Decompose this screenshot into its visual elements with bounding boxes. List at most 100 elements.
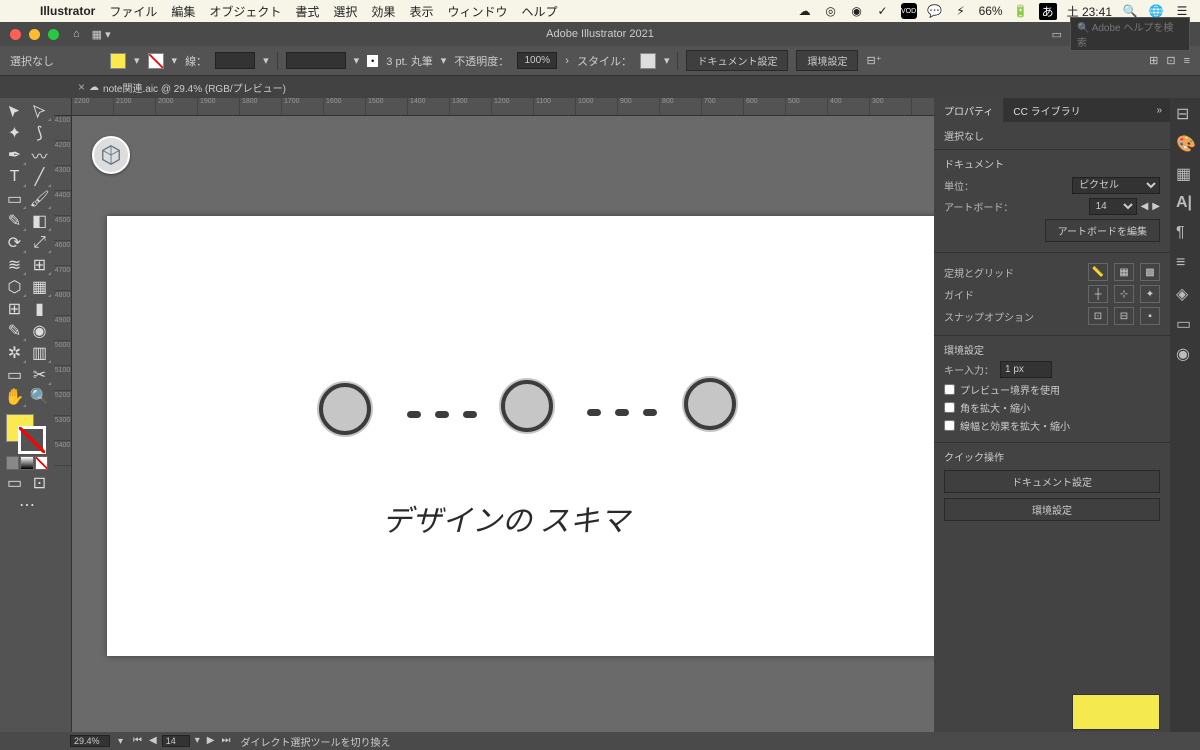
menu-type[interactable]: 書式 [295, 3, 319, 20]
color-preview-swatch[interactable] [1072, 694, 1160, 730]
last-artboard-icon[interactable]: ⏭ [219, 735, 232, 747]
minimize-window[interactable] [29, 29, 40, 40]
snap-point-icon[interactable]: ⊡ [1088, 307, 1108, 325]
circle-icon[interactable]: ◎ [823, 3, 839, 19]
artboard-tool[interactable]: ▭ [2, 364, 27, 386]
opacity-input[interactable] [517, 52, 557, 69]
width-tool[interactable]: ≋ [2, 254, 27, 276]
zoom-dd[interactable]: ▾ [118, 736, 123, 747]
blend-tool[interactable]: ◉ [27, 320, 52, 342]
grid-icon[interactable]: ▦ [1114, 263, 1134, 281]
stroke-profile-dd[interactable]: ▾ [354, 54, 360, 67]
color-mode-none[interactable] [35, 456, 48, 470]
panel-collapse-icon[interactable]: » [1148, 105, 1170, 116]
zoom-tool[interactable]: 🔍 [27, 386, 52, 408]
color-panel-icon[interactable]: 🎨 [1176, 134, 1194, 152]
wifi-icon[interactable]: ⚡︎ [953, 3, 969, 19]
symbol-sprayer-tool[interactable]: ✲ [2, 342, 27, 364]
3d-widget-icon[interactable] [92, 136, 130, 174]
fill-swatch[interactable] [110, 53, 126, 69]
artboard-dd[interactable]: ▾ [193, 735, 202, 747]
graph-tool[interactable]: ▥ [27, 342, 52, 364]
shaper-tool[interactable]: ✎ [2, 210, 27, 232]
artboard-next-icon[interactable]: ▶ [1152, 201, 1160, 212]
align-icon[interactable]: ⊟⁺ [866, 54, 881, 67]
transparency-grid-icon[interactable]: ▩ [1140, 263, 1160, 281]
edit-toolbar[interactable]: ⋯ [2, 494, 52, 516]
tab-properties[interactable]: プロパティ [934, 98, 1003, 122]
vod-icon[interactable]: VOD [901, 3, 917, 19]
brush-preview[interactable]: • [367, 55, 378, 67]
style-swatch[interactable] [640, 53, 656, 69]
quick-prefs-button[interactable]: 環境設定 [944, 498, 1160, 521]
brush-dd[interactable]: ▾ [441, 54, 447, 67]
line-tool[interactable]: ╱ [27, 166, 52, 188]
maximize-window[interactable] [48, 29, 59, 40]
menu-view[interactable]: 表示 [409, 3, 433, 20]
line-icon[interactable]: 💬 [927, 3, 943, 19]
scale-tool[interactable]: ⤢ [27, 232, 52, 254]
rotate-tool[interactable]: ⟳ [2, 232, 27, 254]
gradient-tool[interactable]: ▮ [27, 298, 52, 320]
doc-setup-button[interactable]: ドキュメント設定 [686, 50, 788, 71]
document-tab[interactable]: × ☁ note関連.aic @ 29.4% (RGB/プレビュー) [70, 80, 294, 95]
eraser-tool[interactable]: ◧ [27, 210, 52, 232]
curvature-tool[interactable]: 〰 [27, 144, 52, 166]
battery-icon[interactable]: 🔋 [1013, 3, 1029, 19]
guides-show-icon[interactable]: ┼ [1088, 285, 1108, 303]
stroke-panel-icon[interactable]: ≡ [1176, 254, 1194, 272]
prefs-button[interactable]: 環境設定 [796, 50, 858, 71]
screen-mode-normal[interactable]: ▭ [2, 472, 27, 494]
selection-tool[interactable] [2, 100, 27, 122]
artboard-number-input[interactable] [162, 735, 190, 747]
quick-doc-setup-button[interactable]: ドキュメント設定 [944, 470, 1160, 493]
stroke-profile-input[interactable] [286, 52, 346, 69]
opacity-dd[interactable]: › [565, 55, 569, 67]
expand-panels-icon[interactable]: ⊟ [1176, 104, 1194, 122]
color-mode-fill[interactable] [6, 456, 19, 470]
swatches-panel-icon[interactable]: ▦ [1176, 164, 1194, 182]
ruler-icon[interactable]: 📏 [1088, 263, 1108, 281]
color-mode-gradient[interactable] [20, 456, 33, 470]
panel-toggle-1-icon[interactable]: ⊞ [1149, 54, 1158, 67]
mesh-tool[interactable]: ⊞ [2, 298, 27, 320]
check-icon[interactable]: ✓ [875, 3, 891, 19]
perspective-tool[interactable]: ▦ [27, 276, 52, 298]
paragraph-panel-icon[interactable]: ¶ [1176, 224, 1194, 242]
workspace-switcher-icon[interactable]: ▭ [1052, 28, 1062, 41]
magic-wand-tool[interactable]: ✦ [2, 122, 27, 144]
fill-dd[interactable]: ▾ [134, 54, 140, 67]
snap-grid-icon[interactable]: ⊟ [1114, 307, 1134, 325]
menu-effect[interactable]: 効果 [371, 3, 395, 20]
zoom-input[interactable] [70, 735, 110, 747]
menu-edit[interactable]: 編集 [171, 3, 195, 20]
menu-window[interactable]: ウィンドウ [447, 3, 507, 20]
artboards-panel-icon[interactable]: ▭ [1176, 314, 1194, 332]
slice-tool[interactable]: ✂ [27, 364, 52, 386]
rectangle-tool[interactable]: ▭ [2, 188, 27, 210]
next-artboard-icon[interactable]: ▶ [205, 735, 217, 747]
style-dd[interactable]: ▾ [664, 54, 670, 67]
menu-object[interactable]: オブジェクト [209, 3, 281, 20]
brush-tool[interactable]: 🖌 [27, 188, 52, 210]
shape-builder-tool[interactable]: ⬡ [2, 276, 27, 298]
cc-icon[interactable]: ◉ [849, 3, 865, 19]
app-name[interactable]: Illustrator [40, 4, 95, 18]
units-select[interactable]: ピクセル [1072, 177, 1160, 194]
prev-artboard-icon[interactable]: ◀ [147, 735, 159, 747]
lasso-tool[interactable]: ⟆ [27, 122, 52, 144]
guides-lock-icon[interactable]: ⊹ [1114, 285, 1134, 303]
close-tab-icon[interactable]: × [78, 80, 85, 94]
smart-guides-icon[interactable]: ✦ [1140, 285, 1160, 303]
pen-tool[interactable]: ✒ [2, 144, 27, 166]
close-window[interactable] [10, 29, 21, 40]
type-tool[interactable]: T [2, 166, 27, 188]
arrange-docs-icon[interactable]: ▦ ▾ [92, 28, 111, 41]
type-panel-icon[interactable]: A| [1176, 194, 1194, 212]
key-input-field[interactable] [1000, 361, 1052, 378]
direct-selection-tool[interactable] [27, 100, 52, 122]
stroke-swatch[interactable] [148, 53, 164, 69]
panel-menu-icon[interactable]: ≡ [1184, 55, 1190, 67]
stroke-color[interactable] [18, 426, 46, 454]
scale-strokes-checkbox[interactable] [944, 420, 955, 431]
